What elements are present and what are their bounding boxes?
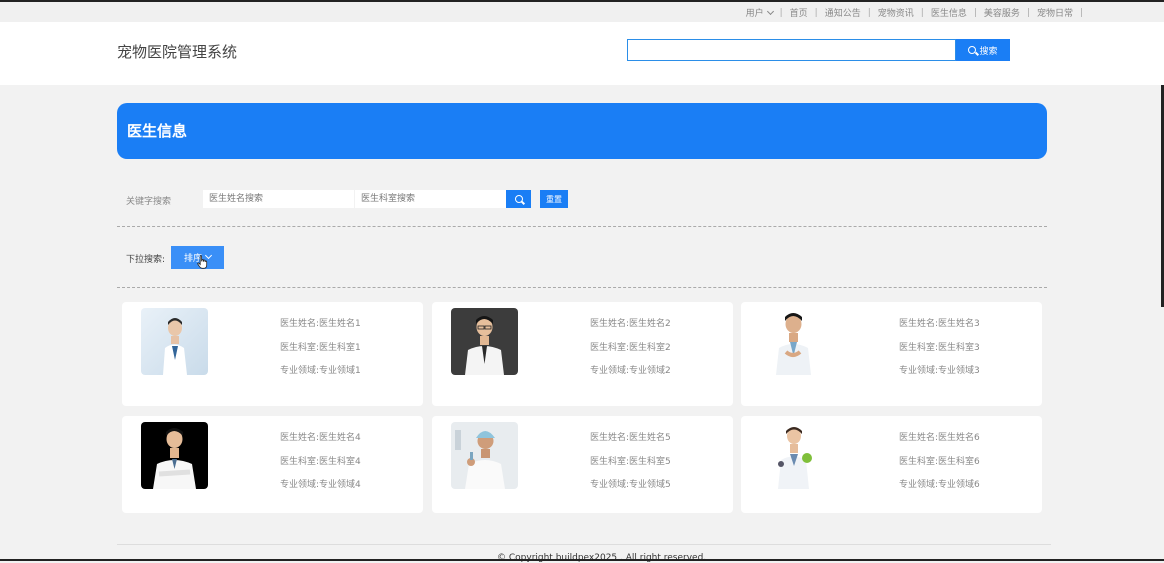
doctor-dept: 医生科室:医生科室1 <box>280 343 361 353</box>
nav-doctor-info[interactable]: 医生信息 <box>928 4 969 26</box>
doctor-photo <box>451 308 518 375</box>
doctor-name: 医生姓名:医生姓名2 <box>590 319 671 329</box>
doctor-name-search-input[interactable] <box>203 190 354 208</box>
doctor-photo <box>141 308 208 375</box>
header-search-input[interactable] <box>627 39 956 61</box>
top-bar: 用户 | 首页 | 通知公告 | 宠物资讯 | 医生信息 | 美容服务 | 宠物… <box>0 0 1164 26</box>
doctor-dept: 医生科室:医生科室6 <box>899 457 980 467</box>
nav-notice[interactable]: 通知公告 <box>825 4 861 21</box>
header-search-button[interactable]: 搜索 <box>956 39 1010 61</box>
top-nav: 用户 | 首页 | 通知公告 | 宠物资讯 | 医生信息 | 美容服务 | 宠物… <box>746 4 1090 26</box>
dropdown-search-label: 下拉搜索: <box>126 255 166 265</box>
nav-separator: | <box>920 7 924 18</box>
doctor-dept: 医生科室:医生科室3 <box>899 343 980 353</box>
doctor-field: 专业领域:专业领域6 <box>899 480 980 490</box>
doctor-name: 医生姓名:医生姓名4 <box>280 433 361 443</box>
doctor-dept: 医生科室:医生科室2 <box>590 343 671 353</box>
nav-beauty-service[interactable]: 美容服务 <box>984 4 1020 21</box>
doctor-card[interactable]: 医生姓名:医生姓名5 医生科室:医生科室5 专业领域:专业领域5 <box>432 416 733 513</box>
doctor-card[interactable]: 医生姓名:医生姓名2 医生科室:医生科室2 专业领域:专业领域2 <box>432 302 733 406</box>
nav-separator: | <box>973 7 977 18</box>
page-banner-title: 医生信息 <box>117 103 1047 159</box>
doctor-dept: 医生科室:医生科室4 <box>280 457 361 467</box>
doctor-name: 医生姓名:医生姓名3 <box>899 319 980 329</box>
doctor-dept: 医生科室:医生科室5 <box>590 457 671 467</box>
nav-pet-news[interactable]: 宠物资讯 <box>878 4 914 21</box>
filter-search-button[interactable] <box>506 190 531 208</box>
doctor-card[interactable]: 医生姓名:医生姓名4 医生科室:医生科室4 专业领域:专业领域4 <box>122 416 423 513</box>
site-title: 宠物医院管理系统 <box>117 43 238 61</box>
nav-pet-daily[interactable]: 宠物日常 <box>1037 4 1073 21</box>
doctor-photo <box>141 422 208 489</box>
user-menu[interactable]: 用户 <box>746 4 774 21</box>
header: 宠物医院管理系统 搜索 <box>0 22 1164 85</box>
doctor-field: 专业领域:专业领域1 <box>280 366 361 376</box>
divider <box>117 287 1047 288</box>
doctor-photo <box>451 422 518 489</box>
copyright-text: © Copyright buildpex2025 . All right res… <box>497 553 707 563</box>
doctor-photo <box>760 308 827 375</box>
doctor-dept-search-input[interactable] <box>355 190 506 208</box>
nav-separator: | <box>1026 7 1030 18</box>
doctor-card[interactable]: 医生姓名:医生姓名6 医生科室:医生科室6 专业领域:专业领域6 <box>741 416 1042 513</box>
doctor-photo <box>760 422 827 489</box>
doctor-field: 专业领域:专业领域4 <box>280 480 361 490</box>
doctor-field: 专业领域:专业领域5 <box>590 480 671 490</box>
doctor-field: 专业领域:专业领域3 <box>899 366 980 376</box>
reset-button[interactable]: 重置 <box>540 190 568 208</box>
divider <box>117 226 1047 227</box>
chevron-down-icon <box>766 7 774 16</box>
doctor-name: 医生姓名:医生姓名5 <box>590 433 671 443</box>
nav-separator: | <box>779 7 783 18</box>
doctor-name: 医生姓名:医生姓名1 <box>280 319 361 329</box>
nav-separator: | <box>814 7 818 18</box>
nav-home[interactable]: 首页 <box>790 4 808 21</box>
doctor-card[interactable]: 医生姓名:医生姓名1 医生科室:医生科室1 专业领域:专业领域1 <box>122 302 423 406</box>
search-icon <box>968 46 977 54</box>
keyword-search-label: 关键字搜索 <box>126 197 172 207</box>
hand-cursor-icon <box>197 255 208 269</box>
footer-divider <box>117 544 1051 545</box>
doctor-name: 医生姓名:医生姓名6 <box>899 433 980 443</box>
doctor-field: 专业领域:专业领域2 <box>590 366 671 376</box>
nav-separator: | <box>867 7 871 18</box>
nav-separator: | <box>1079 7 1083 18</box>
search-icon <box>514 195 523 203</box>
doctor-card[interactable]: 医生姓名:医生姓名3 医生科室:医生科室3 专业领域:专业领域3 <box>741 302 1042 406</box>
